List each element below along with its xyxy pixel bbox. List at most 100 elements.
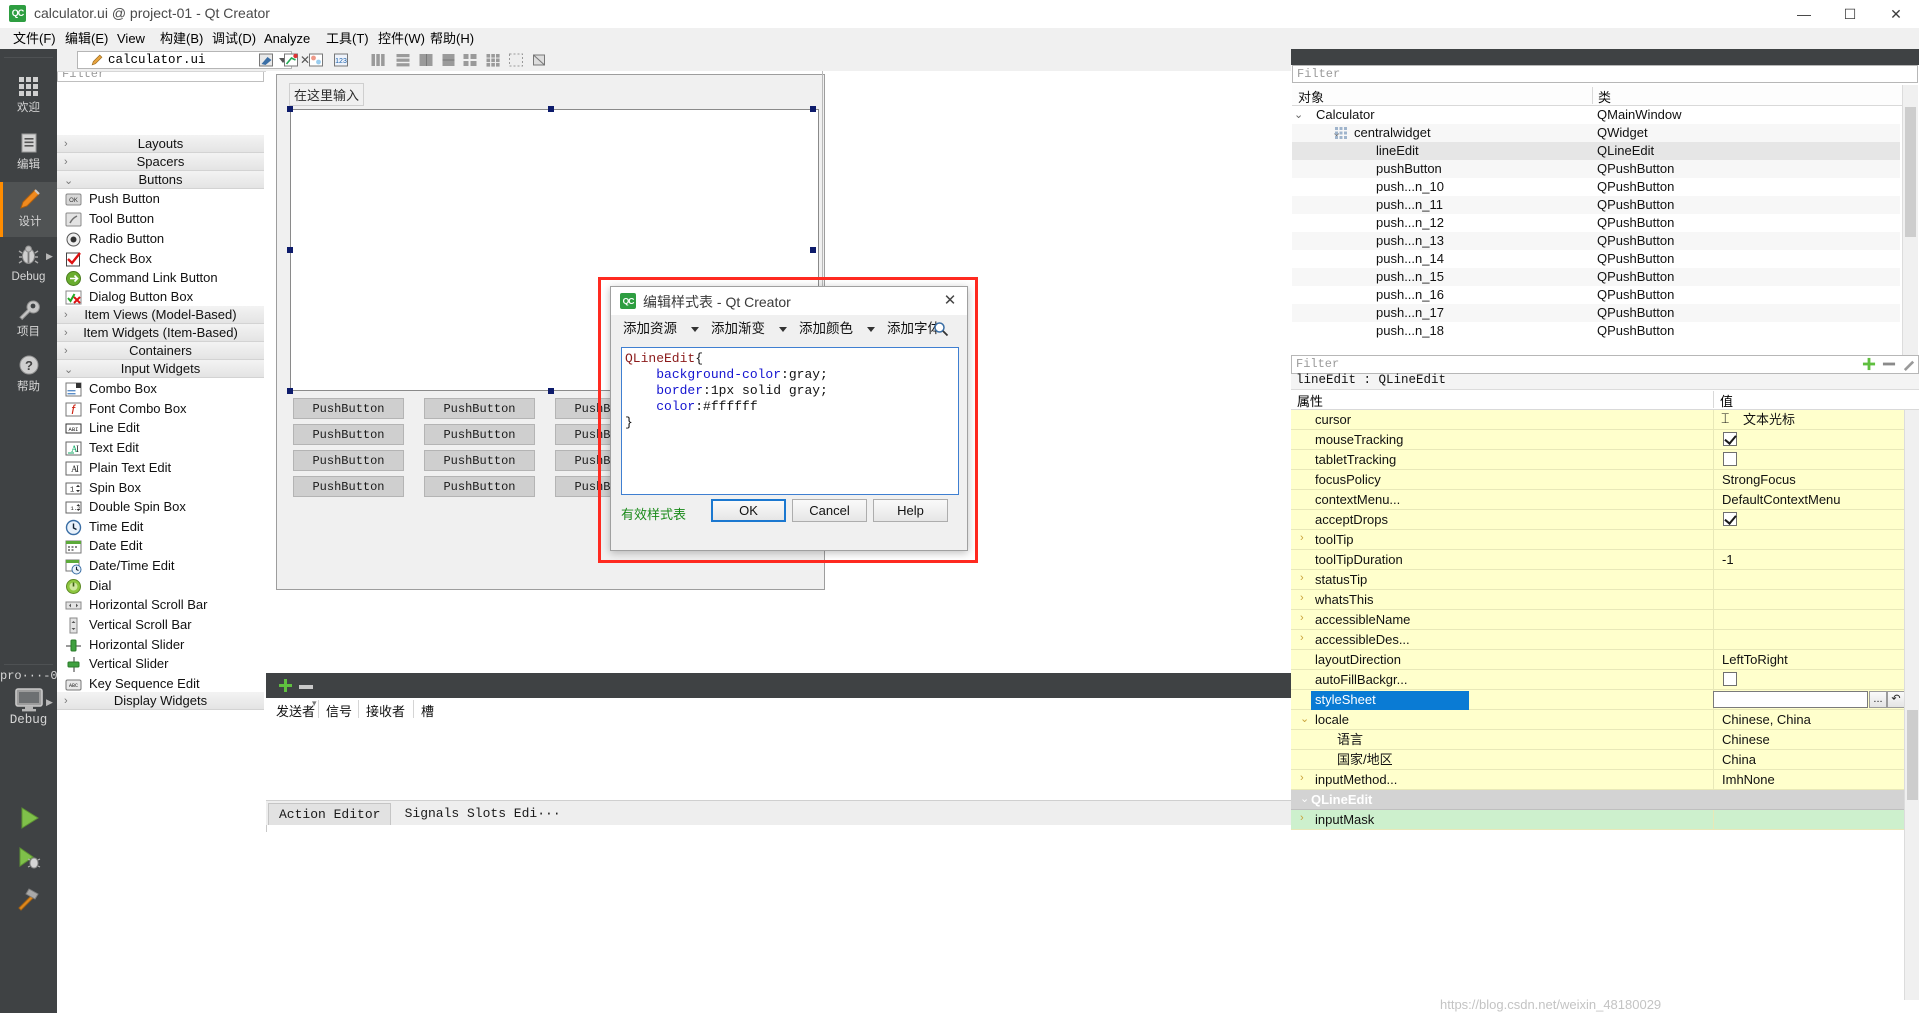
widget-item-date-edit[interactable]: Date Edit xyxy=(57,536,264,556)
signal-slot-table[interactable]: ▾ 发送者 信号 接收者槽 xyxy=(266,698,1291,816)
property-row-cursor[interactable]: cursor ⌶ 文本光标 xyxy=(1291,410,1904,430)
property-value-cell[interactable] xyxy=(1713,610,1904,629)
dialog-help-button[interactable]: Help xyxy=(873,499,948,522)
chevron-down-icon[interactable] xyxy=(779,327,787,332)
mode-item-Debug[interactable]: Debug xyxy=(0,239,57,294)
chevron-right-icon[interactable]: › xyxy=(1300,572,1304,584)
widget-item-line-edit[interactable]: ABI Line Edit xyxy=(57,418,264,438)
resize-handle-bm[interactable] xyxy=(548,388,554,394)
add-icon[interactable] xyxy=(278,678,293,696)
configure-icon[interactable] xyxy=(1902,357,1916,374)
widget-item-time-edit[interactable]: Time Edit xyxy=(57,517,264,537)
property-row-acceptdrops[interactable]: acceptDrops xyxy=(1291,510,1904,530)
edit-widgets-icon[interactable] xyxy=(258,52,274,68)
property-value-cell[interactable] xyxy=(1713,530,1904,549)
dialog-toolbar-2[interactable]: 添加颜色 xyxy=(799,319,853,339)
property-scrollbar[interactable] xyxy=(1904,410,1919,1000)
property-value-cell[interactable] xyxy=(1713,510,1904,529)
push-button[interactable]: PushButton xyxy=(293,424,404,445)
widget-item-vertical-scroll-bar[interactable]: Vertical Scroll Bar xyxy=(57,615,264,635)
object-row[interactable]: lineEdit QLineEdit xyxy=(1292,142,1900,160)
chevron-right-icon[interactable]: › xyxy=(1300,592,1304,604)
property-row-statustip[interactable]: › statusTip xyxy=(1291,570,1904,590)
widget-group-buttons[interactable]: ⌄ Buttons xyxy=(57,171,264,189)
menu-item-7[interactable]: 控件(W) xyxy=(373,30,430,47)
property-value-cell[interactable] xyxy=(1713,430,1904,449)
object-row[interactable]: pushButton QPushButton xyxy=(1292,160,1900,178)
mode-item-帮助[interactable]: ? 帮助 xyxy=(0,349,57,404)
chevron-down-icon[interactable]: ⌄ xyxy=(1294,106,1303,124)
resize-handle-mr[interactable] xyxy=(810,247,816,253)
widget-group-spacers[interactable]: › Spacers xyxy=(57,153,264,171)
menu-item-2[interactable]: View xyxy=(112,30,150,47)
property-row-mousetracking[interactable]: mouseTracking xyxy=(1291,430,1904,450)
object-row[interactable]: push...n_12 QPushButton xyxy=(1292,214,1900,232)
widget-item-key-sequence-edit[interactable]: ABC Key Sequence Edit xyxy=(57,674,264,694)
property-row-qlineedit[interactable]: ⌄ QLineEdit xyxy=(1291,790,1904,810)
chevron-right-icon[interactable]: › xyxy=(1300,532,1304,544)
menu-item-5[interactable]: Analyze xyxy=(259,30,315,47)
property-checkbox[interactable] xyxy=(1723,672,1737,686)
chevron-right-icon[interactable]: › xyxy=(1300,812,1304,824)
mode-item-项目[interactable]: 项目 xyxy=(0,294,57,349)
property-row-whatsthis[interactable]: › whatsThis xyxy=(1291,590,1904,610)
menu-item-6[interactable]: 工具(T) xyxy=(321,30,374,47)
property-row-contextmenu[interactable]: contextMenu... DefaultContextMenu xyxy=(1291,490,1904,510)
widget-item-text-edit[interactable]: A I Text Edit xyxy=(57,438,264,458)
widget-item-double-spin-box[interactable]: 1.2 Double Spin Box xyxy=(57,497,264,517)
menu-item-8[interactable]: 帮助(H) xyxy=(425,30,479,47)
layout-splitter-v-icon[interactable] xyxy=(441,52,457,68)
chevron-down-icon[interactable] xyxy=(691,327,699,332)
layout-horizontal-icon[interactable] xyxy=(370,52,386,68)
chevron-down-icon[interactable]: ⌄ xyxy=(1300,792,1309,805)
widget-group-display-widgets[interactable]: › Display Widgets xyxy=(57,692,264,710)
signal-column-1[interactable]: 信号 xyxy=(326,701,352,719)
chevron-down-icon[interactable]: ⌄ xyxy=(1300,712,1309,725)
menu-item-4[interactable]: 调试(D) xyxy=(207,30,261,47)
widget-item-spin-box[interactable]: 1 Spin Box xyxy=(57,478,264,498)
magnifier-icon[interactable] xyxy=(933,321,949,340)
push-button[interactable]: PushButton xyxy=(293,398,404,419)
object-inspector-scrollbar[interactable] xyxy=(1902,85,1918,363)
stylesheet-code-editor[interactable]: QLineEdit{ background-color:gray; border… xyxy=(621,347,959,495)
object-row[interactable]: push...n_15 QPushButton xyxy=(1292,268,1900,286)
edit-buddies-icon[interactable] xyxy=(308,52,324,68)
dialog-toolbar-1[interactable]: 添加渐变 xyxy=(711,319,765,339)
dialog-ok-button[interactable]: OK xyxy=(711,499,786,522)
layout-form-icon[interactable] xyxy=(462,52,478,68)
resize-handle-tm[interactable] xyxy=(548,106,554,112)
widget-item-combo-box[interactable]: Combo Box xyxy=(57,379,264,399)
signal-column-0[interactable]: 发送者 xyxy=(276,701,315,719)
property-value-cell[interactable] xyxy=(1713,670,1904,689)
property-row-layoutdirection[interactable]: layoutDirection LeftToRight xyxy=(1291,650,1904,670)
widget-group-containers[interactable]: › Containers xyxy=(57,342,264,360)
push-button[interactable]: PushButton xyxy=(424,424,535,445)
property-value-cell[interactable] xyxy=(1713,410,1904,429)
object-row[interactable]: push...n_13 QPushButton xyxy=(1292,232,1900,250)
property-value-cell[interactable] xyxy=(1713,570,1904,589)
property-checkbox[interactable] xyxy=(1723,512,1737,526)
remove-property-icon[interactable] xyxy=(1882,357,1896,374)
chevron-right-icon[interactable]: › xyxy=(1300,612,1304,624)
menu-item-0[interactable]: 文件(F) xyxy=(8,30,61,47)
mode-item-设计[interactable]: 设计 xyxy=(0,182,57,237)
property-row-autofillbackgr[interactable]: autoFillBackgr... xyxy=(1291,670,1904,690)
debug-button[interactable] xyxy=(0,845,57,874)
add-property-icon[interactable] xyxy=(1862,357,1876,374)
widget-item-radio-button[interactable]: Radio Button xyxy=(57,229,264,249)
adjust-size-icon[interactable] xyxy=(531,52,547,68)
run-config-label[interactable]: Debug xyxy=(0,713,57,727)
property-row-tablettracking[interactable]: tabletTracking xyxy=(1291,450,1904,470)
property-row-locale[interactable]: ⌄ locale Chinese, China xyxy=(1291,710,1904,730)
widget-item-date-time-edit[interactable]: Date/Time Edit xyxy=(57,556,264,576)
menu-item-1[interactable]: 编辑(E) xyxy=(60,30,113,47)
property-row-inputmethod[interactable]: › inputMethod... ImhNone xyxy=(1291,770,1904,790)
edit-tab-order-icon[interactable]: 123 xyxy=(333,52,349,68)
minimize-button[interactable]: — xyxy=(1781,0,1827,28)
property-row-[interactable]: 国家/地区 China xyxy=(1291,750,1904,770)
property-row-accessiblename[interactable]: › accessibleName xyxy=(1291,610,1904,630)
break-layout-icon[interactable] xyxy=(508,52,524,68)
push-button[interactable]: PushButton xyxy=(293,476,404,497)
object-row[interactable]: push...n_14 QPushButton xyxy=(1292,250,1900,268)
stylesheet-browse-button[interactable]: ... xyxy=(1869,691,1887,708)
